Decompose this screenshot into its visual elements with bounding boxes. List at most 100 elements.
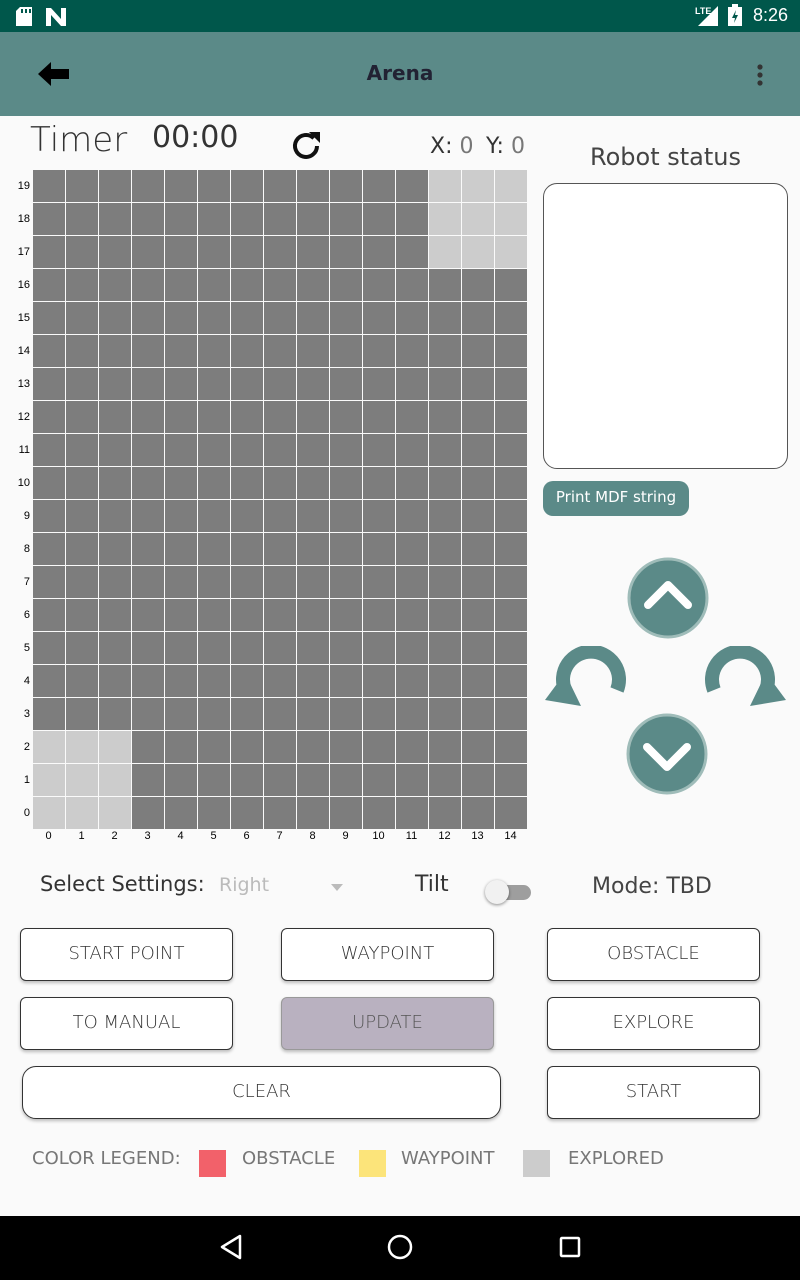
- arena-cell[interactable]: [297, 203, 329, 235]
- arena-cell[interactable]: [165, 236, 197, 268]
- arena-cell[interactable]: [495, 170, 527, 202]
- arena-cell[interactable]: [99, 698, 131, 730]
- arena-cell[interactable]: [462, 500, 494, 532]
- arena-cell[interactable]: [429, 467, 461, 499]
- arena-cell[interactable]: [132, 698, 164, 730]
- arena-cell[interactable]: [429, 236, 461, 268]
- arena-cell[interactable]: [396, 170, 428, 202]
- arena-cell[interactable]: [99, 302, 131, 334]
- nav-back-button[interactable]: [216, 1232, 246, 1262]
- arena-cell[interactable]: [462, 665, 494, 697]
- arena-cell[interactable]: [99, 335, 131, 367]
- arena-cell[interactable]: [231, 170, 263, 202]
- arena-cell[interactable]: [330, 269, 362, 301]
- arena-cell[interactable]: [165, 698, 197, 730]
- arena-cell[interactable]: [33, 170, 65, 202]
- arena-cell[interactable]: [297, 170, 329, 202]
- arena-cell[interactable]: [66, 467, 98, 499]
- arena-cell[interactable]: [495, 401, 527, 433]
- arena-cell[interactable]: [363, 500, 395, 532]
- nav-home-button[interactable]: [385, 1232, 415, 1262]
- arena-cell[interactable]: [66, 665, 98, 697]
- arena-cell[interactable]: [132, 302, 164, 334]
- arena-cell[interactable]: [198, 236, 230, 268]
- arena-cell[interactable]: [462, 566, 494, 598]
- arena-cell[interactable]: [429, 698, 461, 730]
- arena-cell[interactable]: [99, 434, 131, 466]
- arena-cell[interactable]: [330, 665, 362, 697]
- arena-cell[interactable]: [99, 401, 131, 433]
- arena-cell[interactable]: [99, 500, 131, 532]
- arena-cell[interactable]: [363, 797, 395, 829]
- arena-cell[interactable]: [33, 368, 65, 400]
- arena-cell[interactable]: [132, 401, 164, 433]
- arena-cell[interactable]: [330, 236, 362, 268]
- arena-cell[interactable]: [396, 500, 428, 532]
- arena-cell[interactable]: [363, 203, 395, 235]
- arena-cell[interactable]: [297, 698, 329, 730]
- arena-cell[interactable]: [297, 401, 329, 433]
- arena-cell[interactable]: [99, 269, 131, 301]
- arena-cell[interactable]: [396, 434, 428, 466]
- arena-cell[interactable]: [165, 566, 197, 598]
- arena-cell[interactable]: [264, 566, 296, 598]
- arena-cell[interactable]: [396, 302, 428, 334]
- arena-cell[interactable]: [363, 401, 395, 433]
- arena-cell[interactable]: [297, 269, 329, 301]
- arena-cell[interactable]: [462, 731, 494, 763]
- arena-cell[interactable]: [33, 764, 65, 796]
- arena-cell[interactable]: [99, 236, 131, 268]
- arena-cell[interactable]: [132, 632, 164, 664]
- arena-cell[interactable]: [363, 269, 395, 301]
- arena-cell[interactable]: [33, 566, 65, 598]
- arena-cell[interactable]: [231, 632, 263, 664]
- arena-cell[interactable]: [33, 236, 65, 268]
- arena-cell[interactable]: [429, 632, 461, 664]
- arena-cell[interactable]: [396, 368, 428, 400]
- arena-cell[interactable]: [297, 434, 329, 466]
- arena-cell[interactable]: [297, 566, 329, 598]
- arena-cell[interactable]: [132, 500, 164, 532]
- arena-cell[interactable]: [66, 170, 98, 202]
- arena-cell[interactable]: [198, 698, 230, 730]
- arena-cell[interactable]: [66, 797, 98, 829]
- arena-cell[interactable]: [99, 170, 131, 202]
- arena-cell[interactable]: [33, 302, 65, 334]
- arena-cell[interactable]: [429, 269, 461, 301]
- arena-cell[interactable]: [99, 764, 131, 796]
- arena-cell[interactable]: [231, 203, 263, 235]
- arena-cell[interactable]: [462, 797, 494, 829]
- arena-cell[interactable]: [297, 533, 329, 565]
- arena-cell[interactable]: [66, 269, 98, 301]
- arena-cell[interactable]: [264, 302, 296, 334]
- arena-cell[interactable]: [330, 335, 362, 367]
- arena-cell[interactable]: [33, 797, 65, 829]
- arena-cell[interactable]: [330, 170, 362, 202]
- arena-cell[interactable]: [66, 236, 98, 268]
- to-manual-button[interactable]: TO MANUAL: [20, 997, 233, 1050]
- arena-cell[interactable]: [33, 731, 65, 763]
- move-backward-button[interactable]: [625, 712, 709, 796]
- arena-cell[interactable]: [396, 599, 428, 631]
- arena-cell[interactable]: [231, 500, 263, 532]
- arena-cell[interactable]: [297, 335, 329, 367]
- arena-cell[interactable]: [198, 764, 230, 796]
- arena-cell[interactable]: [429, 302, 461, 334]
- arena-cell[interactable]: [495, 434, 527, 466]
- waypoint-button[interactable]: WAYPOINT: [281, 928, 494, 981]
- arena-cell[interactable]: [165, 500, 197, 532]
- arena-cell[interactable]: [231, 797, 263, 829]
- arena-cell[interactable]: [66, 500, 98, 532]
- arena-cell[interactable]: [264, 599, 296, 631]
- arena-cell[interactable]: [462, 434, 494, 466]
- arena-cell[interactable]: [330, 797, 362, 829]
- arena-cell[interactable]: [231, 368, 263, 400]
- arena-cell[interactable]: [231, 335, 263, 367]
- arena-cell[interactable]: [99, 731, 131, 763]
- arena-cell[interactable]: [99, 467, 131, 499]
- arena-cell[interactable]: [198, 401, 230, 433]
- arena-cell[interactable]: [132, 236, 164, 268]
- arena-cell[interactable]: [330, 533, 362, 565]
- arena-cell[interactable]: [99, 599, 131, 631]
- arena-cell[interactable]: [264, 731, 296, 763]
